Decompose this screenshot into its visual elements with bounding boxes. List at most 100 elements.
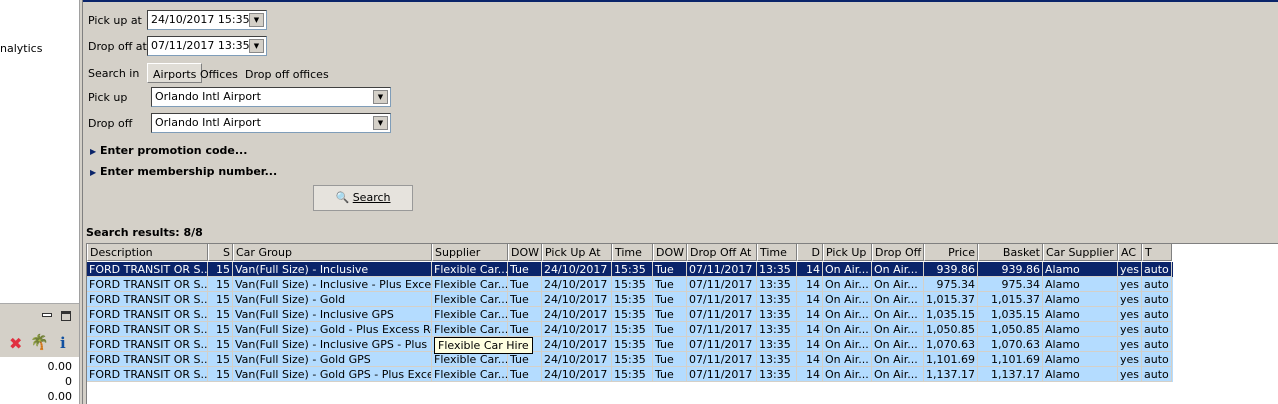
table-cell: FORD TRANSIT OR S... <box>87 352 208 367</box>
table-row[interactable]: FORD TRANSIT OR S... 15 Van(Full Size) - G… <box>87 292 1173 307</box>
table-row[interactable]: FORD TRANSIT OR S... 15 Van(Full Size) - I… <box>87 277 1173 292</box>
column-header[interactable]: D <box>797 244 823 261</box>
table-cell: FORD TRANSIT OR S... <box>87 292 208 307</box>
column-header[interactable]: Pick Up At <box>542 244 612 261</box>
table-cell: 14 <box>797 352 823 367</box>
table-cell: Van(Full Size) - Inclusive - Plus Excess… <box>233 277 432 292</box>
dropoff-value: Orlando Intl Airport <box>155 116 261 129</box>
column-header[interactable]: Car Group <box>233 244 432 261</box>
table-row[interactable]: FORD TRANSIT OR S... 15 Van(Full Size) - G… <box>87 352 1173 367</box>
search-in-label: Search in <box>88 67 140 80</box>
column-header[interactable]: Time <box>757 244 797 261</box>
table-cell: 15 <box>208 322 233 337</box>
table-cell: yes <box>1118 367 1142 382</box>
dropoff-at-field[interactable]: 07/11/2017 13:35 ▼ <box>147 36 267 56</box>
table-row[interactable]: FORD TRANSIT OR S... 15 Van(Full Size) - I… <box>87 337 1173 352</box>
table-row[interactable]: FORD TRANSIT OR S... 15 Van(Full Size) - G… <box>87 367 1173 382</box>
chevron-down-icon[interactable]: ▼ <box>249 13 264 27</box>
chevron-down-icon[interactable]: ▼ <box>373 90 388 104</box>
column-header[interactable]: Drop Off <box>872 244 924 261</box>
tab-drop-off-offices[interactable]: Drop off offices <box>245 68 329 81</box>
table-cell: On Air... <box>823 352 872 367</box>
table-cell: 13:35 <box>757 367 797 382</box>
column-header[interactable]: Price <box>924 244 978 261</box>
column-header[interactable]: Basket <box>978 244 1043 261</box>
table-cell: 15 <box>208 307 233 322</box>
table-cell: 13:35 <box>757 337 797 352</box>
table-cell: 14 <box>797 262 823 277</box>
pickup-select[interactable]: Orlando Intl Airport ▼ <box>151 87 391 107</box>
tab-airports[interactable]: Airports <box>147 63 203 83</box>
maximize-icon[interactable] <box>61 311 71 321</box>
table-cell: On Air... <box>823 367 872 382</box>
table-cell: 15:35 <box>612 322 653 337</box>
table-row[interactable]: FORD TRANSIT OR S... 15 Van(Full Size) - I… <box>87 262 1173 277</box>
column-header[interactable]: Pick Up <box>823 244 872 261</box>
table-cell: 15:35 <box>612 262 653 277</box>
table-row[interactable]: FORD TRANSIT OR S... 15 Van(Full Size) - G… <box>87 322 1173 337</box>
column-header[interactable]: DOW <box>508 244 542 261</box>
search-button[interactable]: 🔍 Search <box>313 185 413 211</box>
table-cell: Flexible Car... <box>432 367 508 382</box>
table-cell: Alamo <box>1043 277 1118 292</box>
table-cell: On Air... <box>872 307 924 322</box>
table-cell: yes <box>1118 352 1142 367</box>
column-header[interactable]: AC <box>1118 244 1142 261</box>
dropoff-at-label: Drop off at <box>88 40 147 53</box>
minimize-icon[interactable] <box>42 313 52 317</box>
table-cell: FORD TRANSIT OR S... <box>87 262 208 277</box>
table-cell: 24/10/2017 <box>542 292 612 307</box>
table-cell: 14 <box>797 322 823 337</box>
table-cell: Tue <box>653 292 687 307</box>
table-cell: 07/11/2017 <box>687 352 757 367</box>
table-cell: On Air... <box>823 262 872 277</box>
chevron-down-icon[interactable]: ▼ <box>373 116 388 130</box>
table-cell: Van(Full Size) - Gold <box>233 292 432 307</box>
table-cell: auto <box>1142 307 1172 322</box>
promo-code-toggle[interactable]: ▶ Enter promotion code... <box>90 144 247 157</box>
table-cell: On Air... <box>872 337 924 352</box>
table-cell: 15 <box>208 352 233 367</box>
table-cell: 15 <box>208 337 233 352</box>
dropoff-select[interactable]: Orlando Intl Airport ▼ <box>151 113 391 133</box>
column-header[interactable]: Drop Off At <box>687 244 757 261</box>
membership-toggle[interactable]: ▶ Enter membership number... <box>90 165 277 178</box>
column-header[interactable]: Time <box>612 244 653 261</box>
column-header[interactable]: Supplier <box>432 244 508 261</box>
table-cell: Tue <box>653 262 687 277</box>
chevron-down-icon[interactable]: ▼ <box>249 39 264 53</box>
table-cell: FORD TRANSIT OR S... <box>87 277 208 292</box>
table-cell: Van(Full Size) - Gold GPS <box>233 352 432 367</box>
table-cell: Alamo <box>1043 322 1118 337</box>
table-cell: Flexible Car... <box>432 322 508 337</box>
info-icon[interactable]: i <box>60 334 66 352</box>
table-cell: 1,101.69 <box>924 352 978 367</box>
palm-tree-icon[interactable]: 🌴 <box>30 333 49 351</box>
column-header[interactable]: Description <box>87 244 208 261</box>
table-cell: 15 <box>208 292 233 307</box>
table-cell: 14 <box>797 292 823 307</box>
table-cell: 1,070.63 <box>978 337 1043 352</box>
table-cell: 1,035.15 <box>924 307 978 322</box>
table-cell: Flexible Car... <box>432 292 508 307</box>
table-cell: 14 <box>797 307 823 322</box>
table-cell: 14 <box>797 337 823 352</box>
tab-offices[interactable]: Offices <box>200 68 238 81</box>
pickup-at-value: 24/10/2017 15:35 <box>151 13 250 26</box>
column-header[interactable]: Car Supplier <box>1043 244 1118 261</box>
table-cell: Flexible Car... <box>432 262 508 277</box>
table-cell: 07/11/2017 <box>687 292 757 307</box>
column-header[interactable]: S <box>208 244 233 261</box>
delete-icon[interactable]: ✖ <box>9 334 22 353</box>
table-cell: 24/10/2017 <box>542 352 612 367</box>
table-row[interactable]: FORD TRANSIT OR S... 15 Van(Full Size) - I… <box>87 307 1173 322</box>
table-cell: Alamo <box>1043 352 1118 367</box>
results-grid: Description S Car Group Supplier DOW Pick Up … <box>86 243 1278 404</box>
pickup-at-field[interactable]: 24/10/2017 15:35 ▼ <box>147 10 267 30</box>
column-header[interactable]: DOW <box>653 244 687 261</box>
table-cell: On Air... <box>872 367 924 382</box>
nav-item-analytics[interactable]: nalytics <box>0 42 42 55</box>
table-cell: Tue <box>508 322 542 337</box>
table-cell: 24/10/2017 <box>542 322 612 337</box>
column-header[interactable]: T <box>1142 244 1172 261</box>
